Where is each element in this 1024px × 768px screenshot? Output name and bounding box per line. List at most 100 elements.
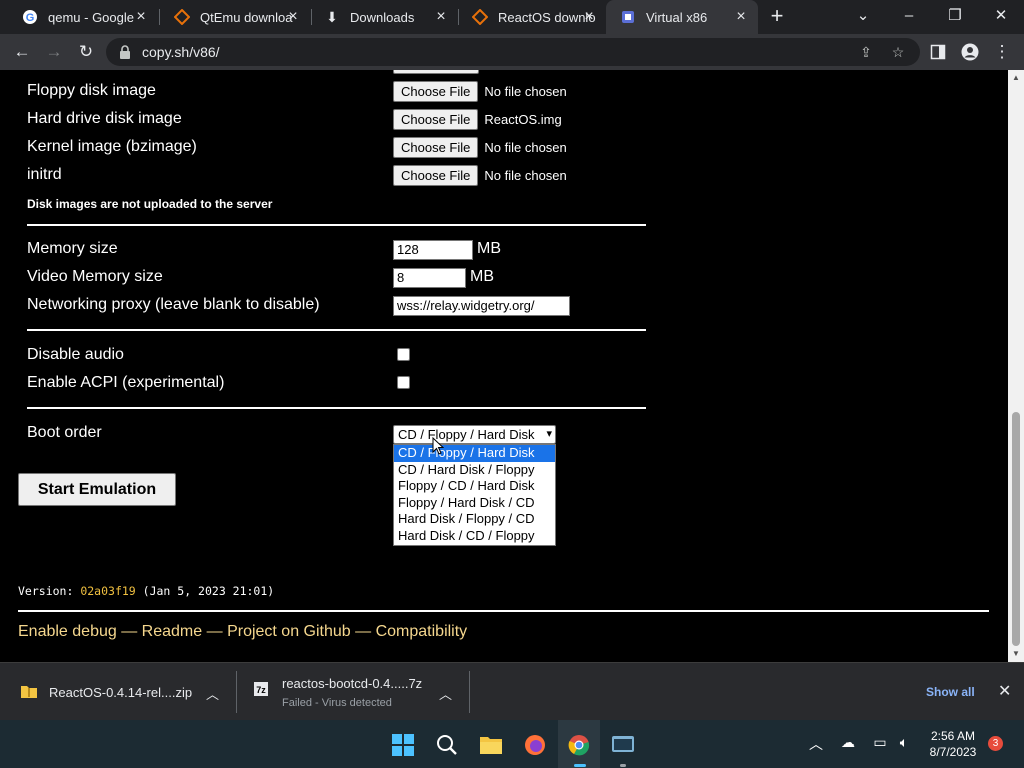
- tab-strip: G qemu - Google × QtEmu downloa × ⬇ Down…: [0, 0, 1024, 34]
- side-panel-icon[interactable]: [926, 40, 950, 64]
- file-name: No file chosen: [484, 140, 567, 155]
- tray-overflow-chevron-icon[interactable]: ︿: [806, 734, 826, 754]
- kernel-file-input[interactable]: Choose File No file chosen: [393, 137, 567, 158]
- version-hash-link[interactable]: 02a03f19: [80, 584, 135, 598]
- choose-file-button[interactable]: Choose File: [393, 165, 479, 186]
- app-active-indicator: [574, 764, 586, 767]
- download-separator: [469, 671, 470, 713]
- close-window-icon[interactable]: ✕: [978, 0, 1024, 34]
- cloud-offline-icon[interactable]: ☁: [838, 734, 858, 751]
- boot-order-option[interactable]: CD / Hard Disk / Floppy: [394, 462, 555, 479]
- address-bar[interactable]: copy.sh/v86/ ⇪ ☆: [106, 38, 920, 66]
- active-app-highlight: [558, 720, 600, 768]
- file-name: No file chosen: [484, 84, 567, 99]
- 7z-file-icon: 7z: [253, 681, 269, 702]
- video-memory-unit: MB: [470, 268, 494, 285]
- chevron-up-icon[interactable]: ︿: [206, 684, 219, 703]
- boot-order-select[interactable]: CD / Floppy / Hard Disk ▾: [393, 425, 556, 444]
- network-icon[interactable]: ▭: [870, 734, 890, 751]
- chevron-down-icon: ▾: [546, 428, 552, 440]
- close-tab-icon[interactable]: ×: [732, 8, 750, 26]
- page-scrollbar[interactable]: ▲ ▼: [1008, 70, 1024, 662]
- close-tab-icon[interactable]: ×: [432, 8, 450, 26]
- readme-link[interactable]: Readme: [142, 623, 202, 640]
- new-tab-plus-icon[interactable]: +: [766, 5, 788, 28]
- disable-audio-label: Disable audio: [27, 346, 124, 363]
- app-running-indicator: [620, 764, 626, 767]
- memory-size-label: Memory size: [27, 240, 118, 257]
- search-icon[interactable]: [434, 732, 460, 758]
- close-tab-icon[interactable]: ×: [132, 8, 150, 26]
- tab-downloads[interactable]: ⬇ Downloads ×: [310, 0, 458, 34]
- memory-size-input[interactable]: 128: [393, 240, 473, 260]
- scrollbar-thumb[interactable]: [1012, 412, 1020, 646]
- zip-folder-icon: [20, 683, 38, 704]
- boot-order-option[interactable]: Hard Disk / Floppy / CD: [394, 511, 555, 528]
- clock-date: 8/7/2023: [929, 745, 977, 759]
- tab-virtual-x86[interactable]: Virtual x86 ×: [606, 0, 758, 34]
- tab-search-chevron-icon[interactable]: ⌄: [840, 0, 886, 34]
- file-name: ReactOS.img: [484, 112, 562, 127]
- browser-menu-icon[interactable]: ⋮: [990, 40, 1014, 64]
- terminal-app-icon[interactable]: [610, 732, 636, 758]
- disable-audio-checkbox[interactable]: [397, 348, 410, 361]
- windows-start-icon[interactable]: [390, 732, 416, 758]
- download-status: Failed - Virus detected: [282, 697, 392, 709]
- download-shelf: ReactOS-0.4.14-rel....zip ︿ 7z reactos-b…: [0, 662, 1024, 720]
- v86-icon: [620, 9, 636, 25]
- tab-qemu-google[interactable]: G qemu - Google ×: [8, 0, 158, 34]
- boot-order-option[interactable]: Floppy / CD / Hard Disk: [394, 478, 555, 495]
- download-item[interactable]: 7z reactos-bootcd-0.4.....7z Failed - Vi…: [237, 663, 469, 721]
- notification-badge[interactable]: 3: [988, 736, 1003, 751]
- back-arrow-icon[interactable]: ←: [10, 40, 34, 64]
- close-shelf-icon[interactable]: ✕: [998, 681, 1011, 701]
- boot-order-option[interactable]: Floppy / Hard Disk / CD: [394, 495, 555, 512]
- boot-order-option[interactable]: Hard Disk / CD / Floppy: [394, 528, 555, 545]
- scroll-up-arrow-icon[interactable]: ▲: [1012, 74, 1020, 82]
- start-emulation-button[interactable]: Start Emulation: [18, 473, 176, 506]
- version-line: Version: 02a03f19 (Jan 5, 2023 21:01): [18, 584, 274, 598]
- partial-choose-file-button[interactable]: [393, 70, 479, 74]
- page-content: Floppy disk image Choose File No file ch…: [0, 70, 1008, 662]
- boot-order-option[interactable]: CD / Floppy / Hard Disk: [394, 445, 555, 462]
- profile-avatar-icon[interactable]: [958, 40, 982, 64]
- forward-arrow-icon[interactable]: →: [42, 40, 66, 64]
- share-icon[interactable]: ⇪: [856, 42, 876, 62]
- close-tab-icon[interactable]: ×: [284, 8, 302, 26]
- github-link[interactable]: Project on Github: [227, 623, 351, 640]
- download-item[interactable]: ReactOS-0.4.14-rel....zip ︿: [0, 663, 236, 721]
- acpi-label: Enable ACPI (experimental): [27, 374, 225, 391]
- minimize-icon[interactable]: –: [886, 0, 932, 34]
- hdd-file-input[interactable]: Choose File ReactOS.img: [393, 109, 562, 130]
- kernel-label: Kernel image (bzimage): [27, 138, 197, 155]
- show-all-downloads-button[interactable]: Show all: [926, 685, 975, 699]
- file-explorer-icon[interactable]: [478, 732, 504, 758]
- firefox-icon[interactable]: [522, 732, 548, 758]
- initrd-file-input[interactable]: Choose File No file chosen: [393, 165, 567, 186]
- floppy-file-input[interactable]: Choose File No file chosen: [393, 81, 567, 102]
- enable-debug-link[interactable]: Enable debug: [18, 623, 117, 640]
- taskbar-clock[interactable]: 2:56 AM 8/7/2023: [926, 728, 980, 760]
- video-memory-input[interactable]: 8: [393, 268, 466, 288]
- volume-icon[interactable]: 🔈︎: [894, 734, 914, 751]
- choose-file-button[interactable]: Choose File: [393, 81, 479, 102]
- file-name: No file chosen: [484, 168, 567, 183]
- proxy-input[interactable]: wss://relay.widgetry.org/: [393, 296, 570, 316]
- tab-reactos[interactable]: ReactOS downlo ×: [458, 0, 606, 34]
- windows-taskbar: ︿ ☁ ▭ 🔈︎ 2:56 AM 8/7/2023 3: [0, 720, 1024, 768]
- restore-icon[interactable]: ❐: [932, 0, 978, 34]
- chevron-up-icon[interactable]: ︿: [439, 684, 452, 703]
- proxy-label: Networking proxy (leave blank to disable…: [27, 296, 320, 313]
- google-icon: G: [22, 9, 38, 25]
- initrd-label: initrd: [27, 166, 62, 183]
- mouse-cursor-icon: [432, 436, 445, 460]
- bookmark-star-icon[interactable]: ☆: [888, 42, 908, 62]
- scroll-down-arrow-icon[interactable]: ▼: [1012, 650, 1020, 658]
- compatibility-link[interactable]: Compatibility: [376, 623, 468, 640]
- choose-file-button[interactable]: Choose File: [393, 109, 479, 130]
- tab-qtemu[interactable]: QtEmu downloa ×: [160, 0, 310, 34]
- choose-file-button[interactable]: Choose File: [393, 137, 479, 158]
- reload-icon[interactable]: ↻: [74, 40, 98, 64]
- acpi-checkbox[interactable]: [397, 376, 410, 389]
- close-tab-icon[interactable]: ×: [580, 8, 598, 26]
